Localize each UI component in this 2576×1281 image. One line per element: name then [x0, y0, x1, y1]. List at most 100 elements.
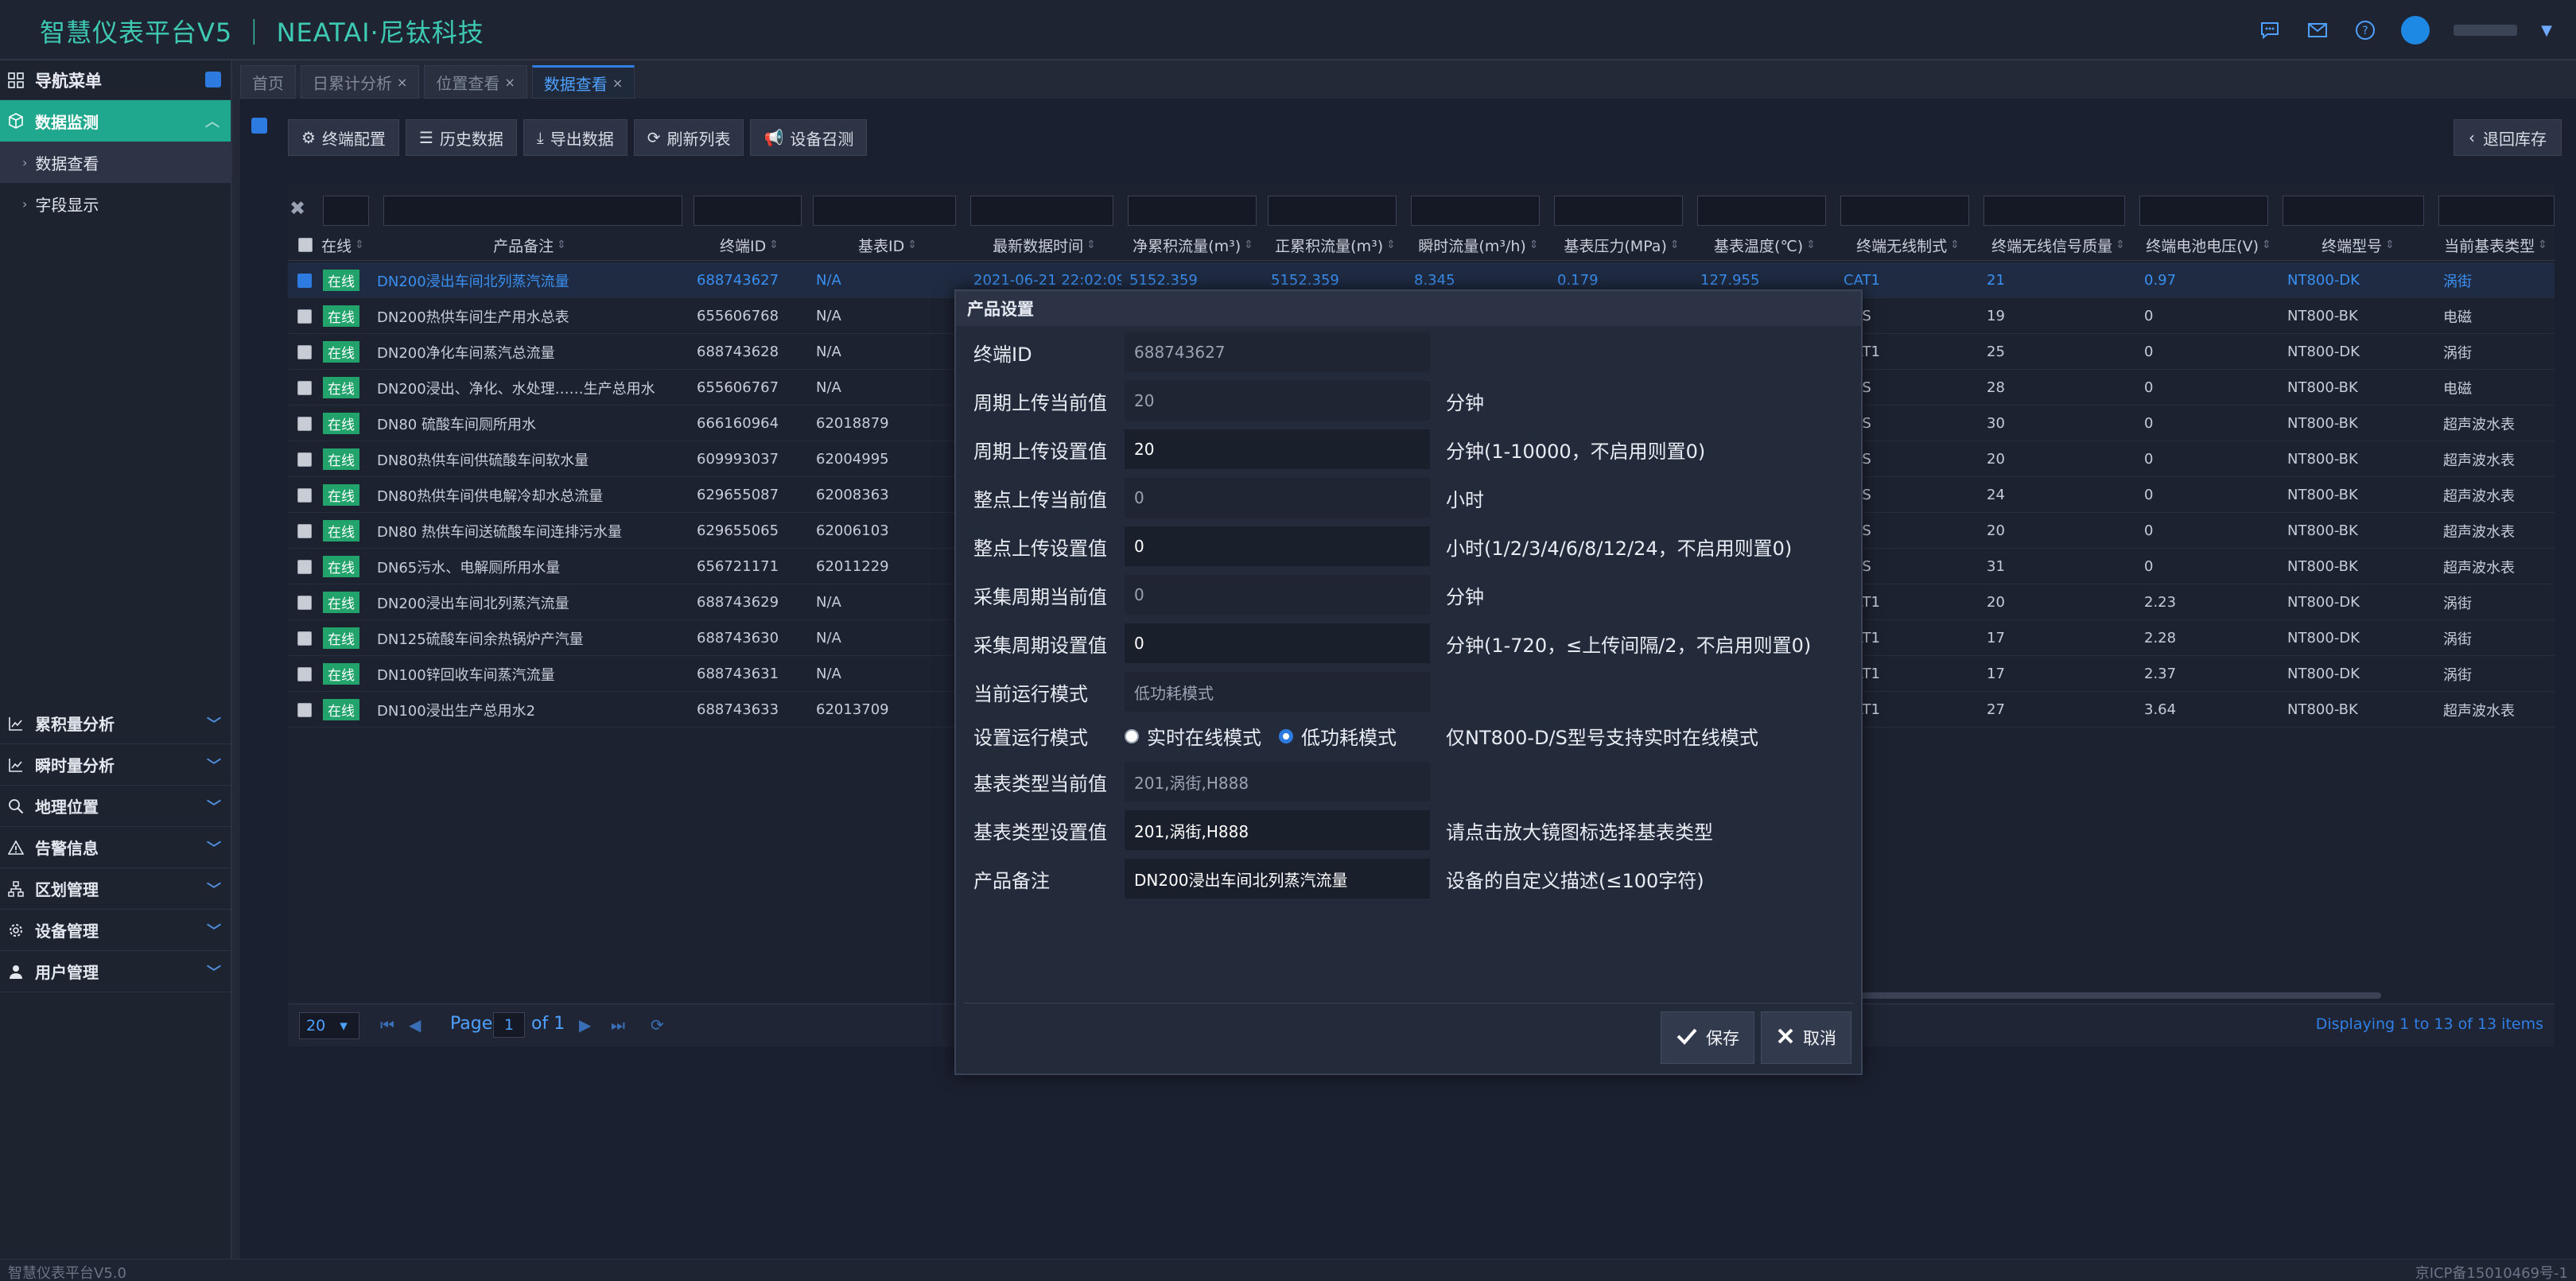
select-all-checkbox[interactable] [296, 229, 315, 261]
filter-input-meter-type[interactable] [2438, 196, 2555, 226]
row-checkbox[interactable] [297, 666, 312, 681]
radio-label[interactable]: 实时在线模式 [1147, 722, 1261, 750]
field-input[interactable]: 201,涡街,H888 [1125, 810, 1430, 850]
filter-input-instant-flow[interactable] [1411, 196, 1540, 226]
filter-input-model[interactable] [2283, 196, 2424, 226]
close-icon[interactable]: × [612, 76, 623, 91]
next-page-icon[interactable]: ▶ [579, 1015, 591, 1035]
tab-data-view[interactable]: 数据查看 × [531, 65, 635, 99]
filter-input-terminal-id[interactable] [694, 196, 802, 226]
sidebar-item-instant-analysis[interactable]: 瞬时量分析 ﹀ [0, 744, 232, 786]
row-checkbox[interactable] [297, 523, 312, 538]
filter-input-signal[interactable] [1983, 196, 2125, 226]
user-avatar-icon[interactable] [2401, 16, 2430, 45]
row-checkbox[interactable] [297, 702, 312, 717]
panel-expand-button[interactable] [251, 118, 267, 134]
filter-input-net-flow[interactable] [1128, 196, 1257, 226]
sidebar-item-device-mgmt[interactable]: 设备管理 ﹀ [0, 910, 232, 951]
column-header-pos-flow[interactable]: 正累积流量(m³) ⇕ [1265, 229, 1406, 261]
sidebar-collapse-button[interactable] [205, 72, 221, 87]
checkbox[interactable] [298, 238, 313, 252]
close-icon[interactable]: × [397, 75, 407, 90]
run-mode-radio[interactable] [1125, 728, 1139, 743]
sidebar-item-region-mgmt[interactable]: 区划管理 ﹀ [0, 868, 232, 910]
save-button[interactable]: 保存 [1661, 1011, 1754, 1064]
filter-input-voltage[interactable] [2139, 196, 2268, 226]
column-header-online[interactable]: 在线 ⇕ [317, 229, 369, 261]
column-header-wireless-mode[interactable]: 终端无线制式 ⇕ [1837, 229, 1979, 261]
run-mode-radio[interactable] [1279, 728, 1293, 743]
device-poll-button[interactable]: 📢 设备召测 [750, 119, 868, 156]
filter-input-online[interactable] [323, 196, 369, 226]
terminal-config-button[interactable]: ⚙ 终端配置 [288, 119, 399, 156]
cell-bid: 62013709 [816, 701, 889, 718]
radio-label[interactable]: 低功耗模式 [1301, 722, 1397, 750]
column-header-meter-id[interactable]: 基表ID ⇕ [810, 229, 966, 261]
filter-input-wireless-mode[interactable] [1840, 196, 1969, 226]
row-checkbox[interactable] [297, 559, 312, 574]
row-checkbox[interactable] [297, 595, 312, 610]
filter-input-meter-id[interactable] [813, 196, 956, 226]
toolbar: ⚙ 终端配置 ☰ 历史数据 ⤓ 导出数据 ⟳ 刷新列表 📢 设备召测 [288, 119, 868, 156]
tab-home[interactable]: 首页 [240, 65, 296, 99]
close-icon[interactable]: × [504, 75, 515, 90]
refresh-list-button[interactable]: ⟳ 刷新列表 [633, 119, 744, 156]
column-header-signal[interactable]: 终端无线信号质量 ⇕ [1980, 229, 2136, 261]
sidebar-item-data-monitor[interactable]: 数据监测 ︿ [0, 100, 231, 142]
sidebar-item-geo-location[interactable]: 地理位置 ﹀ [0, 786, 232, 827]
column-header-time[interactable]: 最新数据时间 ⇕ [967, 229, 1121, 261]
row-checkbox[interactable] [297, 416, 312, 431]
column-header-temperature[interactable]: 基表温度(℃) ⇕ [1694, 229, 1836, 261]
column-header-terminal-id[interactable]: 终端ID ⇕ [690, 229, 808, 261]
filter-input-time[interactable] [970, 196, 1113, 226]
page-number-input[interactable]: 1 [493, 1012, 525, 1038]
row-checkbox[interactable] [297, 344, 312, 359]
field-input[interactable]: DN200浸出车间北列蒸汽流量 [1125, 859, 1430, 899]
return-stock-button[interactable]: ‹ 退回库存 [2454, 119, 2562, 156]
sidebar-item-user-mgmt[interactable]: 用户管理 ﹀ [0, 951, 232, 992]
column-header-voltage[interactable]: 终端电池电压(V) ⇕ [2138, 229, 2279, 261]
column-header-meter-type[interactable]: 当前基表类型 ⇕ [2437, 229, 2555, 261]
export-data-button[interactable]: ⤓ 导出数据 [523, 119, 627, 156]
filter-input-remark[interactable] [383, 196, 682, 226]
row-checkbox[interactable] [297, 380, 312, 395]
field-input[interactable]: 0 [1125, 526, 1430, 566]
chevron-down-icon[interactable]: ▼ [2541, 22, 2552, 39]
column-header-model[interactable]: 终端型号 ⇕ [2281, 229, 2435, 261]
tab-location-view[interactable]: 位置查看 × [424, 65, 527, 99]
sidebar-item-cumulative-analysis[interactable]: 累积量分析 ﹀ [0, 703, 232, 744]
filter-input-pressure[interactable] [1554, 196, 1683, 226]
row-checkbox[interactable] [297, 452, 312, 467]
first-page-icon[interactable]: ⏮ [380, 1015, 394, 1035]
help-icon[interactable]: ? [2353, 18, 2377, 42]
column-header-instant-flow[interactable]: 瞬时流量(m³/h) ⇕ [1408, 229, 1549, 261]
row-checkbox[interactable] [297, 631, 312, 646]
page-size-select[interactable]: 20 ▾ [299, 1012, 359, 1039]
clear-filter-icon[interactable]: ✖ [289, 197, 305, 219]
last-page-icon[interactable]: ⏭ [611, 1015, 625, 1035]
tab-daily-analysis[interactable]: 日累计分析 × [301, 65, 420, 99]
svg-text:?: ? [2362, 25, 2368, 37]
column-header-remark[interactable]: 产品备注 ⇕ [371, 229, 689, 261]
field-input[interactable]: 0 [1125, 623, 1430, 663]
column-header-net-flow[interactable]: 净累积流量(m³) ⇕ [1123, 229, 1263, 261]
prev-page-icon[interactable]: ◀ [409, 1015, 421, 1035]
footer-icp[interactable]: 京ICP备15010469号-1 [2415, 1262, 2568, 1281]
horizontal-scrollbar[interactable] [1775, 992, 2381, 999]
filter-input-temperature[interactable] [1697, 196, 1826, 226]
field-input[interactable]: 20 [1125, 429, 1430, 469]
row-checkbox[interactable] [297, 487, 312, 503]
row-checkbox[interactable] [297, 309, 312, 324]
row-checkbox[interactable] [297, 273, 312, 288]
sidebar-subitem-label: 字段显示 [35, 195, 99, 215]
chat-icon[interactable] [2258, 18, 2282, 42]
filter-input-pos-flow[interactable] [1268, 196, 1397, 226]
mail-icon[interactable] [2306, 18, 2329, 42]
sidebar-item-alarm-info[interactable]: 告警信息 ﹀ [0, 827, 232, 868]
sidebar-subitem-field-display[interactable]: › 字段显示 [0, 183, 231, 224]
sidebar-subitem-data-view[interactable]: › 数据查看 [0, 142, 231, 183]
refresh-icon[interactable]: ⟳ [651, 1015, 664, 1035]
cancel-button[interactable]: 取消 [1761, 1011, 1851, 1064]
column-header-pressure[interactable]: 基表压力(MPa) ⇕ [1551, 229, 1692, 261]
history-data-button[interactable]: ☰ 历史数据 [405, 119, 517, 156]
